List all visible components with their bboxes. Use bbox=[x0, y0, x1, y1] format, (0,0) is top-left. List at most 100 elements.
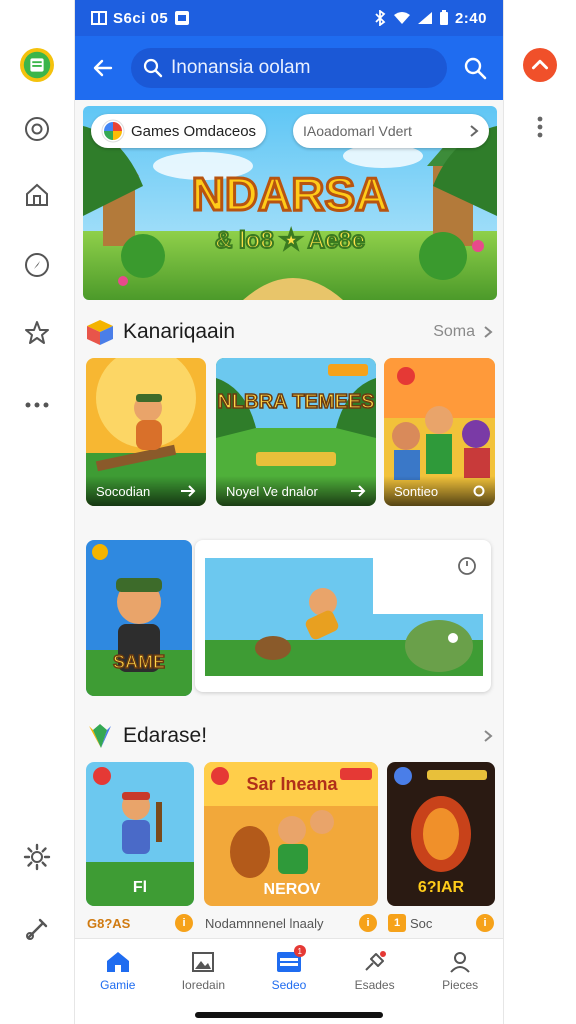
game-meta-row: G8?AS i bbox=[87, 914, 193, 932]
nav-label: Ioredain bbox=[181, 977, 226, 992]
section-more-label: Soma bbox=[433, 323, 475, 340]
home-icon[interactable] bbox=[20, 178, 54, 212]
featured-video-artwork bbox=[205, 558, 483, 676]
game-meta-label: Soc bbox=[410, 915, 433, 931]
promo-chip[interactable]: IAoadomarl Vdert bbox=[293, 114, 489, 148]
status-bar: S6ci 05 2:40 bbox=[75, 0, 503, 36]
games-logo-icon bbox=[101, 119, 125, 143]
info-badge-icon[interactable]: i bbox=[476, 914, 494, 932]
chevron-right-icon bbox=[470, 125, 479, 137]
section-title-1: Kanariqaain bbox=[123, 320, 236, 343]
home-indicator[interactable] bbox=[195, 1012, 383, 1018]
section-more-link[interactable] bbox=[483, 729, 493, 743]
nav-label: Pieces bbox=[442, 977, 479, 992]
timer-icon[interactable] bbox=[457, 556, 477, 581]
game-meta-row: 1 Soc i bbox=[388, 914, 494, 932]
chevron-right-icon bbox=[484, 730, 493, 742]
profile-badge-icon[interactable] bbox=[523, 48, 557, 82]
arrow-right-icon bbox=[181, 485, 196, 497]
grid-icon bbox=[91, 11, 107, 25]
tools-icon[interactable] bbox=[20, 912, 54, 946]
game-card-artwork: 6?IAR bbox=[387, 762, 495, 906]
featured-character-artwork: SAME bbox=[86, 540, 192, 696]
promo-chip-label: IAoadomarl Vdert bbox=[303, 123, 412, 139]
section-header-2[interactable]: Edarase! bbox=[85, 716, 493, 756]
image-icon bbox=[175, 11, 190, 25]
game-card-art-title: NLBRA TEMEES bbox=[217, 391, 374, 413]
compass-icon[interactable] bbox=[20, 248, 54, 282]
bluetooth-icon bbox=[375, 10, 386, 26]
right-sidebar bbox=[503, 0, 576, 1024]
app-drawer-icon[interactable] bbox=[20, 48, 54, 82]
wifi-icon bbox=[393, 12, 410, 24]
game-card-artwork: Fl bbox=[86, 762, 194, 906]
nav-label: Sedeo bbox=[271, 977, 307, 992]
home-icon bbox=[106, 951, 129, 972]
games-chip-label: Games Omdaceos bbox=[131, 122, 257, 140]
hero-title: NDARSA bbox=[192, 168, 389, 220]
game-card-art-title: Sar Ineana bbox=[246, 774, 338, 794]
game-card-caption: Sontieo bbox=[384, 476, 495, 506]
settings-gear-icon[interactable] bbox=[20, 840, 54, 874]
ring-icon bbox=[473, 485, 485, 497]
info-badge-icon[interactable]: i bbox=[175, 914, 193, 932]
nav-tab-profile[interactable]: Pieces bbox=[417, 939, 503, 1002]
game-meta-label: Nodamnnenel lnaaly bbox=[205, 915, 324, 931]
game-card-caption: Noyel Ve dnalor bbox=[216, 476, 376, 506]
status-left-text: S6ci 05 bbox=[113, 9, 169, 27]
featured-badge-text: SAME bbox=[113, 652, 165, 672]
brush-icon bbox=[364, 950, 386, 971]
game-card-title: Noyel Ve dnalor bbox=[226, 483, 318, 499]
nav-tab-updates[interactable]: Esades bbox=[332, 939, 418, 1002]
game-meta-row: Nodamnnenel lnaaly i bbox=[205, 914, 377, 932]
search-query-text: Inonansia oolam bbox=[171, 57, 311, 78]
games-chip[interactable]: Games Omdaceos bbox=[91, 114, 267, 148]
featured-character-card[interactable]: SAME bbox=[86, 540, 192, 696]
featured-video-card[interactable] bbox=[195, 540, 491, 692]
kebab-menu-icon[interactable] bbox=[523, 110, 557, 144]
arrow-right-icon bbox=[351, 485, 366, 497]
game-card-caption: Socodian bbox=[86, 476, 206, 506]
record-icon[interactable] bbox=[20, 112, 54, 146]
info-badge-icon: 1 bbox=[388, 914, 406, 932]
nav-label: Gamie bbox=[100, 977, 136, 992]
section-title-2: Edarase! bbox=[123, 724, 208, 747]
game-card-art-text: 6?IAR bbox=[418, 879, 465, 896]
game-card[interactable]: Sontieo bbox=[384, 358, 495, 506]
game-card-title: Sontieo bbox=[394, 483, 439, 499]
bottom-navigation: Gamie Ioredain 1 Sedeo Esades Pieces bbox=[75, 938, 503, 1002]
search-button-icon[interactable] bbox=[457, 50, 493, 86]
battery-icon bbox=[439, 10, 448, 25]
section-header-1[interactable]: Kanariqaain Soma bbox=[85, 312, 493, 352]
kite-icon bbox=[89, 724, 111, 748]
nav-tab-games[interactable]: Gamie bbox=[75, 939, 161, 1002]
search-icon bbox=[143, 58, 163, 78]
game-card[interactable]: Socodian bbox=[86, 358, 206, 506]
notification-badge: 1 bbox=[293, 945, 306, 957]
game-card[interactable]: NLBRA TEMEES Noyel Ve dnalor bbox=[216, 358, 376, 506]
nav-label: Esades bbox=[354, 977, 395, 992]
phone-screen: S6ci 05 2:40 Inonansia oolam NDARSA & lo… bbox=[75, 0, 503, 1024]
back-arrow-icon[interactable] bbox=[85, 50, 121, 86]
star-icon[interactable] bbox=[20, 316, 54, 350]
left-sidebar bbox=[0, 0, 75, 1024]
game-meta-label: G8?AS bbox=[87, 915, 131, 931]
nav-tab-media[interactable]: 1 Sedeo bbox=[246, 939, 332, 1002]
person-icon bbox=[450, 951, 470, 973]
hero-subtitle: & lo8 ★ Ae8e bbox=[215, 227, 365, 254]
game-card-artwork: Sar Ineana NEROV bbox=[204, 762, 378, 906]
game-card[interactable]: 6?IAR bbox=[387, 762, 495, 906]
hero-banner[interactable]: NDARSA & lo8 ★ Ae8e Games Omdaceos IAoad… bbox=[83, 106, 497, 300]
game-card[interactable]: Fl bbox=[86, 762, 194, 906]
section-more-link[interactable]: Soma bbox=[433, 323, 493, 341]
content-scroll[interactable]: NDARSA & lo8 ★ Ae8e Games Omdaceos IAoad… bbox=[75, 100, 503, 952]
photo-frame-icon bbox=[192, 951, 215, 972]
info-badge-icon[interactable]: i bbox=[359, 914, 377, 932]
status-time: 2:40 bbox=[454, 9, 487, 27]
nav-tab-library[interactable]: Ioredain bbox=[161, 939, 247, 1002]
more-horizontal-icon[interactable] bbox=[20, 388, 54, 422]
search-input[interactable]: Inonansia oolam bbox=[131, 48, 447, 88]
game-card-title: Socodian bbox=[96, 483, 151, 499]
game-card[interactable]: Sar Ineana NEROV bbox=[204, 762, 378, 906]
game-card-art-text: NEROV bbox=[264, 881, 321, 898]
